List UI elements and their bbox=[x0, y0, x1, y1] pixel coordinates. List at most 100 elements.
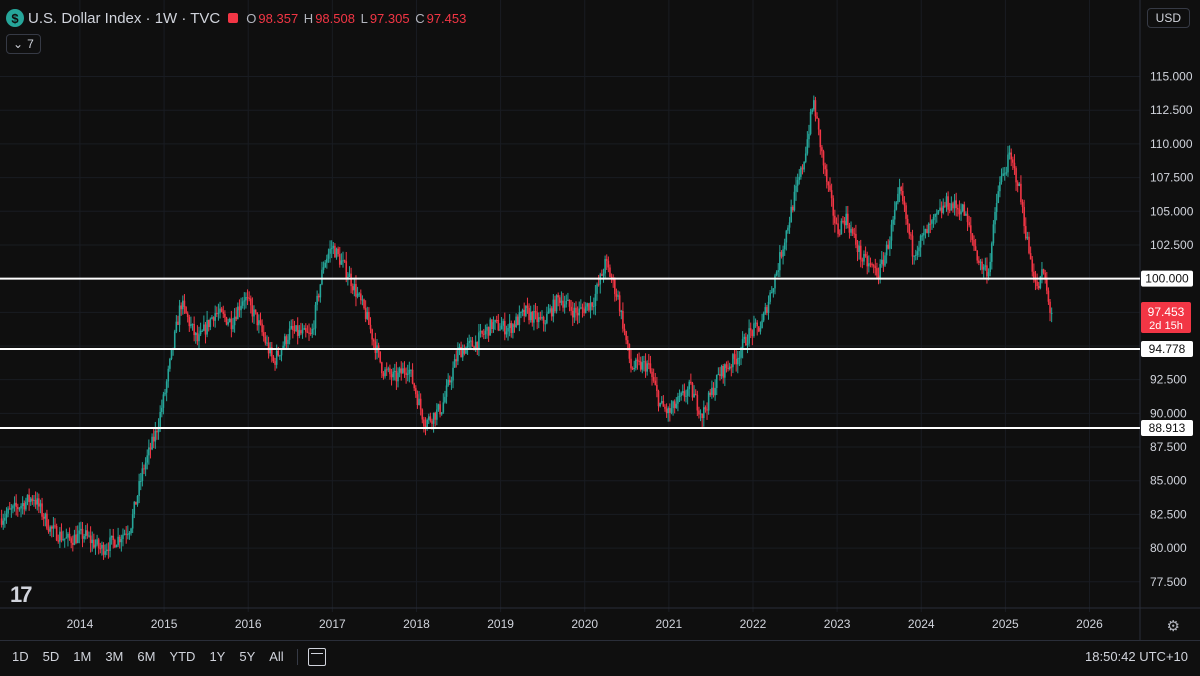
candle-body bbox=[803, 161, 805, 170]
x-tick-label: 2025 bbox=[992, 617, 1019, 631]
candle-body bbox=[411, 369, 414, 384]
candle-body bbox=[541, 317, 543, 319]
candle-body bbox=[829, 185, 831, 191]
candle-body bbox=[54, 525, 56, 527]
tradingview-logo-icon[interactable]: 17 bbox=[10, 582, 33, 608]
range-button-1d[interactable]: 1D bbox=[0, 649, 36, 664]
candle-body bbox=[816, 116, 818, 119]
candle-body bbox=[146, 455, 149, 463]
candle-body bbox=[1046, 279, 1048, 291]
range-button-3m[interactable]: 3M bbox=[98, 649, 130, 664]
candle-body bbox=[426, 419, 428, 427]
x-tick-label: 2023 bbox=[824, 617, 851, 631]
candle-body bbox=[638, 360, 640, 362]
price-chart[interactable]: 100.000 94.778 88.913 77.500 80.000 82.500 85.… bbox=[0, 0, 1200, 671]
candle-body bbox=[594, 293, 597, 307]
calendar-icon[interactable] bbox=[307, 647, 326, 666]
candle-body bbox=[1002, 173, 1004, 176]
candle-body bbox=[169, 358, 171, 369]
candle-body bbox=[29, 498, 32, 503]
candle-body bbox=[317, 295, 320, 298]
candle-body bbox=[995, 203, 998, 212]
candle-body bbox=[204, 324, 207, 335]
candle-body bbox=[745, 336, 747, 346]
candle-body bbox=[736, 358, 739, 365]
candle-body bbox=[478, 332, 480, 349]
chart-area[interactable]: 100.000 94.778 88.913 77.500 80.000 82.500 85.… bbox=[0, 0, 1200, 671]
candle-body bbox=[746, 343, 749, 346]
range-button-all[interactable]: All bbox=[262, 649, 290, 664]
candle-body bbox=[840, 220, 843, 235]
candle-body bbox=[107, 549, 110, 551]
range-button-1m[interactable]: 1M bbox=[66, 649, 98, 664]
candle-body bbox=[620, 310, 623, 312]
range-button-5y[interactable]: 5Y bbox=[232, 649, 262, 664]
candle-body bbox=[686, 389, 689, 396]
clock[interactable]: 18:50:42 UTC+10 bbox=[1085, 649, 1188, 664]
candle-body bbox=[935, 213, 938, 215]
candle-body bbox=[769, 292, 771, 302]
candle-body bbox=[942, 205, 945, 213]
candle-body bbox=[444, 396, 446, 403]
candle-body bbox=[500, 325, 503, 330]
candle-body bbox=[999, 181, 1001, 192]
candle-body bbox=[923, 232, 925, 236]
candle-body bbox=[719, 374, 721, 377]
candle-body bbox=[842, 220, 844, 222]
range-button-5d[interactable]: 5D bbox=[36, 649, 67, 664]
candle-body bbox=[20, 506, 22, 509]
candle-body bbox=[342, 260, 344, 262]
candle-body bbox=[44, 513, 47, 519]
candle-body bbox=[565, 300, 568, 305]
candle-body bbox=[258, 320, 260, 326]
range-button-6m[interactable]: 6M bbox=[130, 649, 162, 664]
candle-body bbox=[180, 305, 183, 310]
candle-body bbox=[2, 520, 5, 525]
candle-body bbox=[144, 462, 147, 470]
candle-body bbox=[929, 223, 932, 225]
currency-button[interactable]: USD bbox=[1146, 8, 1190, 28]
candle-body bbox=[313, 328, 315, 330]
symbol-title[interactable]: U.S. Dollar Index · 1W · TVC bbox=[28, 10, 220, 27]
candle-body bbox=[885, 244, 888, 256]
candle-body bbox=[207, 319, 210, 328]
candle-body bbox=[932, 216, 935, 221]
candle-body bbox=[42, 516, 45, 519]
x-tick-label: 2019 bbox=[487, 617, 514, 631]
candle-body bbox=[751, 330, 754, 336]
candle-body bbox=[296, 325, 299, 336]
candle-body bbox=[389, 368, 391, 375]
candle-body bbox=[23, 503, 26, 510]
candle-body bbox=[832, 198, 835, 216]
candle-body bbox=[148, 447, 150, 456]
gear-icon[interactable]: ⚙ bbox=[1167, 617, 1180, 635]
candle-body bbox=[261, 323, 263, 333]
range-button-ytd[interactable]: YTD bbox=[162, 649, 202, 664]
candle-body bbox=[295, 325, 297, 332]
candle-body bbox=[351, 286, 354, 291]
candle-body bbox=[248, 297, 250, 299]
candle-body bbox=[926, 229, 928, 234]
y-tick-label: 115.000 bbox=[1150, 70, 1193, 84]
candle-body bbox=[440, 412, 443, 415]
candle-body bbox=[1024, 226, 1027, 239]
candle-body bbox=[1037, 286, 1040, 289]
candle-body bbox=[591, 302, 593, 307]
candle-body bbox=[72, 542, 74, 545]
candle-body bbox=[520, 312, 522, 314]
candle-body bbox=[583, 308, 585, 314]
candle-body bbox=[780, 252, 783, 257]
candle-body bbox=[439, 404, 441, 415]
candle-body bbox=[659, 402, 661, 407]
candle-body bbox=[162, 394, 165, 408]
indicators-toggle[interactable]: ⌄ 7 bbox=[6, 34, 41, 54]
x-tick-label: 2021 bbox=[656, 617, 683, 631]
candle-body bbox=[965, 213, 967, 216]
range-button-1y[interactable]: 1Y bbox=[202, 649, 232, 664]
candle-body bbox=[961, 204, 964, 212]
candle-body bbox=[1013, 162, 1016, 169]
candle-body bbox=[525, 305, 527, 316]
candle-body bbox=[191, 323, 194, 325]
candle-body bbox=[81, 528, 84, 539]
candle-body bbox=[957, 207, 959, 210]
